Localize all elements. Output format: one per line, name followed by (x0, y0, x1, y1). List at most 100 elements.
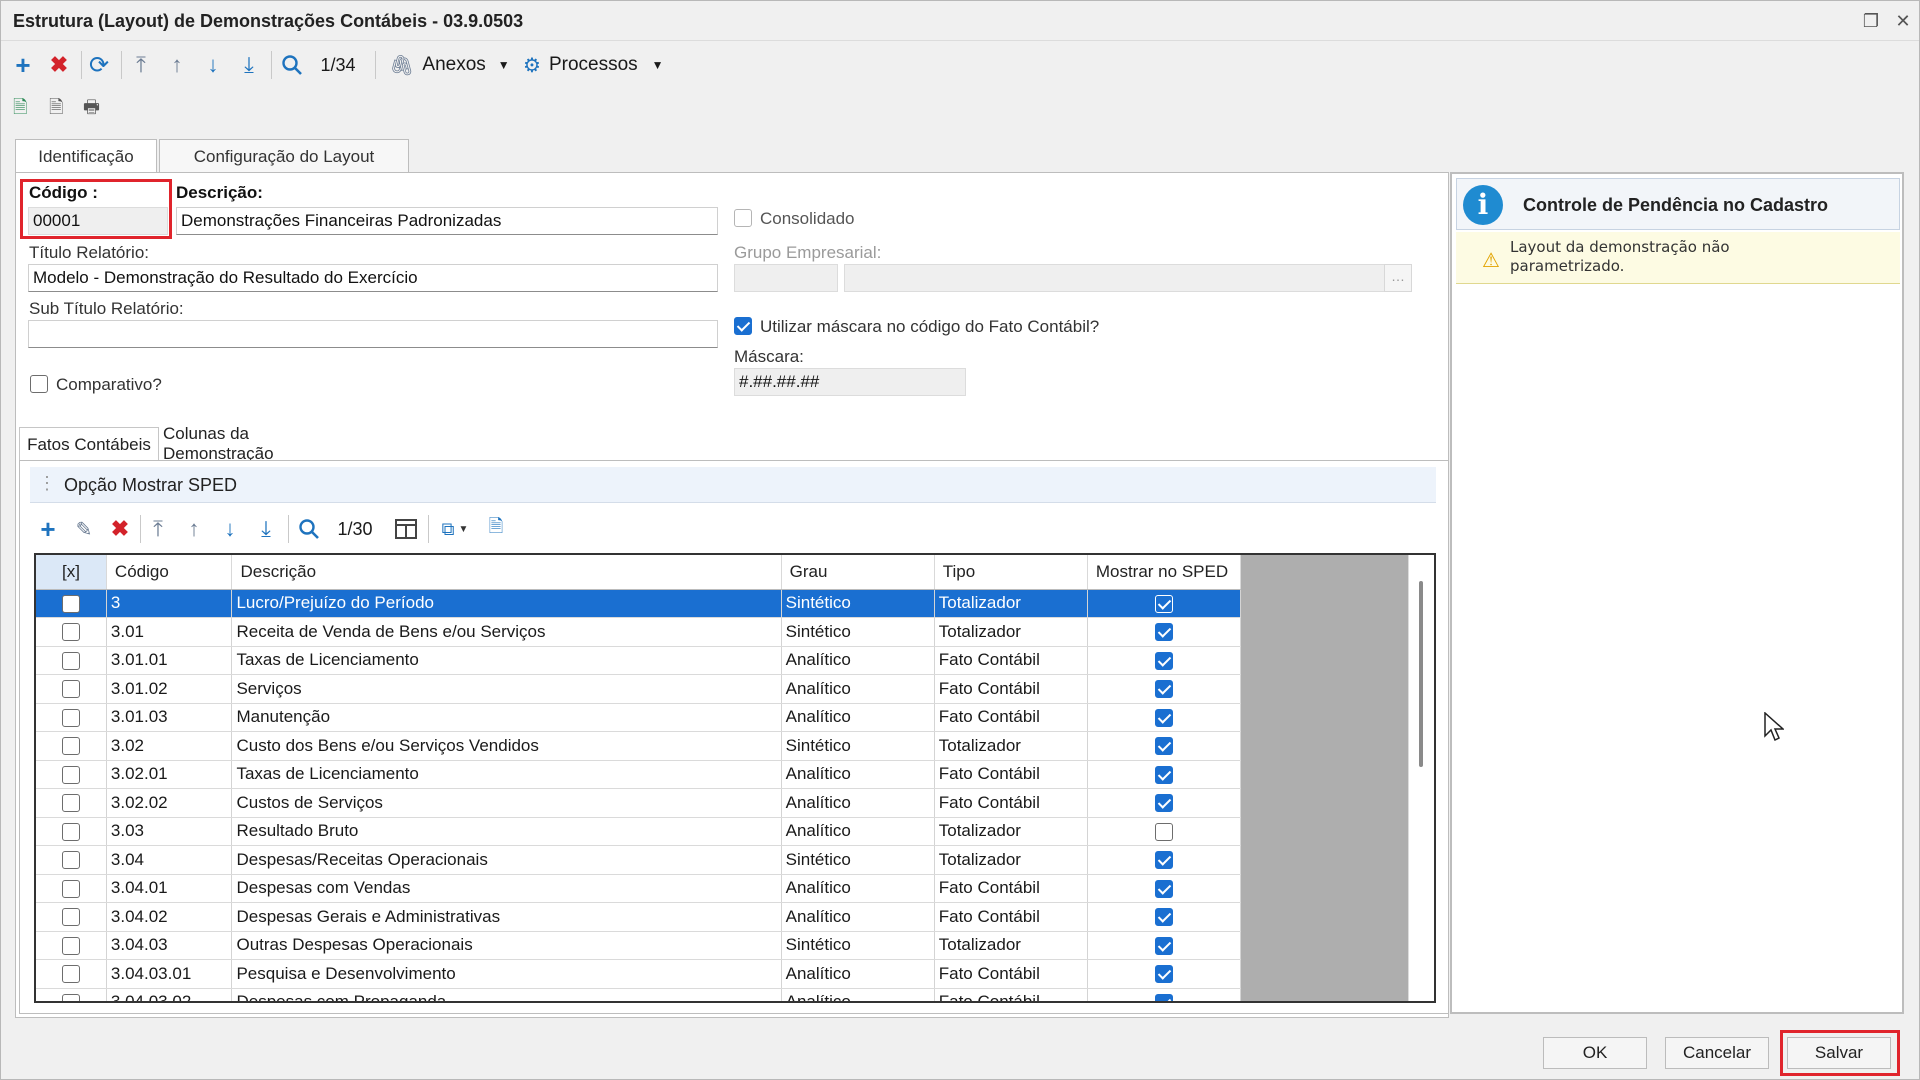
mostrar-sped-checkbox[interactable] (1154, 794, 1173, 813)
row-select-checkbox[interactable] (61, 680, 80, 699)
codigo-cell[interactable]: 3.04.01 (106, 874, 233, 903)
descricao-field[interactable]: Demonstrações Financeiras Padronizadas (176, 207, 718, 235)
mostrar-sped-checkbox[interactable] (1154, 908, 1173, 927)
export-menu-icon[interactable]: ⧉ ▼ (434, 513, 476, 545)
select-all-header[interactable]: [x] (36, 555, 107, 590)
sped-option-bar[interactable]: ⋮ Opção Mostrar SPED (30, 467, 1436, 503)
mostrar-sped-checkbox[interactable] (1154, 965, 1173, 984)
row-select-cell[interactable] (36, 931, 107, 960)
delete-icon[interactable]: ✖ (45, 49, 73, 81)
report-icon[interactable]: 🗎 (482, 513, 510, 545)
table-row[interactable]: 3.01.02 Serviços Analítico Fato Contábil (36, 674, 1242, 704)
export-file-icon[interactable]: 🗎 (49, 95, 63, 125)
codigo-cell[interactable]: 3.04.02 (106, 902, 233, 932)
table-row[interactable]: 3 Lucro/Prejuízo do Período Sintético Total… (36, 589, 1242, 618)
row-select-cell[interactable] (36, 731, 107, 761)
previous-row-icon[interactable]: ↑ (180, 513, 208, 545)
ok-button[interactable]: OK (1543, 1037, 1647, 1069)
processos-menu[interactable]: ⚙ Processos ▼ (523, 49, 673, 81)
tipo-cell[interactable]: Fato Contábil (934, 703, 1088, 732)
codigo-cell[interactable]: 3.02 (106, 731, 233, 761)
consolidado-checkbox[interactable] (734, 209, 752, 227)
descricao-cell[interactable]: Taxas de Licenciamento (231, 646, 782, 675)
vertical-scrollbar[interactable] (1408, 555, 1434, 1001)
codigo-cell[interactable]: 3.04 (106, 845, 233, 875)
mostrar-sped-cell[interactable] (1087, 902, 1242, 932)
tipo-cell[interactable]: Fato Contábil (934, 788, 1088, 818)
tipo-cell[interactable]: Totalizador (934, 817, 1088, 846)
columns-icon[interactable] (392, 513, 420, 545)
tipo-cell[interactable]: Fato Contábil (934, 646, 1088, 675)
row-select-cell[interactable] (36, 674, 107, 704)
mostrar-sped-cell[interactable] (1087, 788, 1242, 818)
row-select-cell[interactable] (36, 646, 107, 675)
table-row[interactable]: 3.03 Resultado Bruto Analítico Totalizador (36, 817, 1242, 846)
grau-cell[interactable]: Analítico (781, 788, 935, 818)
mostrar-sped-checkbox[interactable] (1154, 680, 1173, 699)
descricao-cell[interactable]: Despesas/Receitas Operacionais (231, 845, 782, 875)
mostrar-sped-checkbox[interactable] (1154, 651, 1173, 670)
print-icon[interactable]: 🖶 (83, 95, 100, 125)
next-row-icon[interactable]: ↓ (216, 513, 244, 545)
next-record-icon[interactable]: ↓ (199, 49, 227, 81)
descricao-cell[interactable]: Pesquisa e Desenvolvimento (231, 959, 782, 989)
row-select-checkbox[interactable] (61, 737, 80, 756)
table-row[interactable]: 3.02 Custo dos Bens e/ou Serviços Vendido… (36, 731, 1242, 761)
import-file-icon[interactable]: 🗎 (13, 95, 27, 125)
codigo-cell[interactable]: 3.04.03 (106, 931, 233, 960)
subtitulo-field[interactable] (28, 320, 718, 348)
grau-cell[interactable]: Sintético (781, 731, 935, 761)
tipo-cell[interactable]: Totalizador (934, 731, 1088, 761)
tipo-cell[interactable]: Fato Contábil (934, 959, 1088, 989)
mostrar-sped-cell[interactable] (1087, 617, 1242, 647)
col-header-tipo[interactable]: Tipo (934, 555, 1088, 590)
descricao-cell[interactable]: Resultado Bruto (231, 817, 782, 846)
mostrar-sped-checkbox[interactable] (1154, 936, 1173, 955)
descricao-cell[interactable]: Custo dos Bens e/ou Serviços Vendidos (231, 731, 782, 761)
mostrar-sped-cell[interactable] (1087, 931, 1242, 960)
grau-cell[interactable]: Analítico (781, 959, 935, 989)
row-select-checkbox[interactable] (61, 879, 80, 898)
tipo-cell[interactable]: Totalizador (934, 845, 1088, 875)
row-select-cell[interactable] (36, 959, 107, 989)
row-select-cell[interactable] (36, 703, 107, 732)
row-select-checkbox[interactable] (61, 594, 80, 613)
codigo-cell[interactable]: 3.02.01 (106, 760, 233, 789)
mostrar-sped-checkbox[interactable] (1154, 879, 1173, 898)
restore-icon[interactable]: ❐ (1859, 9, 1883, 33)
table-row[interactable]: 3.02.01 Taxas de Licenciamento Analítico Fa… (36, 760, 1242, 789)
mascara-field[interactable]: #.##.##.## (734, 368, 966, 396)
codigo-cell[interactable]: 3.04.03.02 (106, 988, 233, 1001)
tab-identificacao[interactable]: Identificação (15, 139, 157, 174)
edit-icon[interactable]: ✎ (70, 513, 98, 545)
descricao-cell[interactable]: Taxas de Licenciamento (231, 760, 782, 789)
row-select-checkbox[interactable] (61, 993, 80, 1001)
grau-cell[interactable]: Analítico (781, 760, 935, 789)
row-select-cell[interactable] (36, 760, 107, 789)
mostrar-sped-cell[interactable] (1087, 674, 1242, 704)
first-row-icon[interactable]: ⤒ (144, 513, 172, 545)
mostrar-sped-cell[interactable] (1087, 817, 1242, 846)
search-icon[interactable] (277, 49, 307, 81)
mostrar-sped-cell[interactable] (1087, 845, 1242, 875)
row-select-cell[interactable] (36, 617, 107, 647)
row-select-checkbox[interactable] (61, 851, 80, 870)
refresh-icon[interactable]: ⟳ (85, 49, 113, 81)
descricao-cell[interactable]: Serviços (231, 674, 782, 704)
tab-fatos-contabeis[interactable]: Fatos Contábeis (19, 427, 159, 461)
descricao-cell[interactable]: Despesas Gerais e Administrativas (231, 902, 782, 932)
table-row[interactable]: 3.04 Despesas/Receitas Operacionais Sintét… (36, 845, 1242, 875)
table-row[interactable]: 3.04.03.01 Pesquisa e Desenvolvimento Anal… (36, 959, 1242, 989)
row-select-cell[interactable] (36, 845, 107, 875)
grupo-lookup-button[interactable]: … (1384, 264, 1412, 292)
mostrar-sped-checkbox[interactable] (1154, 737, 1173, 756)
cancel-button[interactable]: Cancelar (1665, 1037, 1769, 1069)
col-header-descricao[interactable]: Descrição (231, 555, 782, 590)
descricao-cell[interactable]: Custos de Serviços (231, 788, 782, 818)
row-select-cell[interactable] (36, 817, 107, 846)
tipo-cell[interactable]: Fato Contábil (934, 902, 1088, 932)
mostrar-sped-checkbox[interactable] (1154, 993, 1173, 1001)
col-header-mostrar-sped[interactable]: Mostrar no SPED (1087, 555, 1242, 590)
descricao-cell[interactable]: Despesas com Vendas (231, 874, 782, 903)
delete-row-icon[interactable]: ✖ (106, 513, 134, 545)
